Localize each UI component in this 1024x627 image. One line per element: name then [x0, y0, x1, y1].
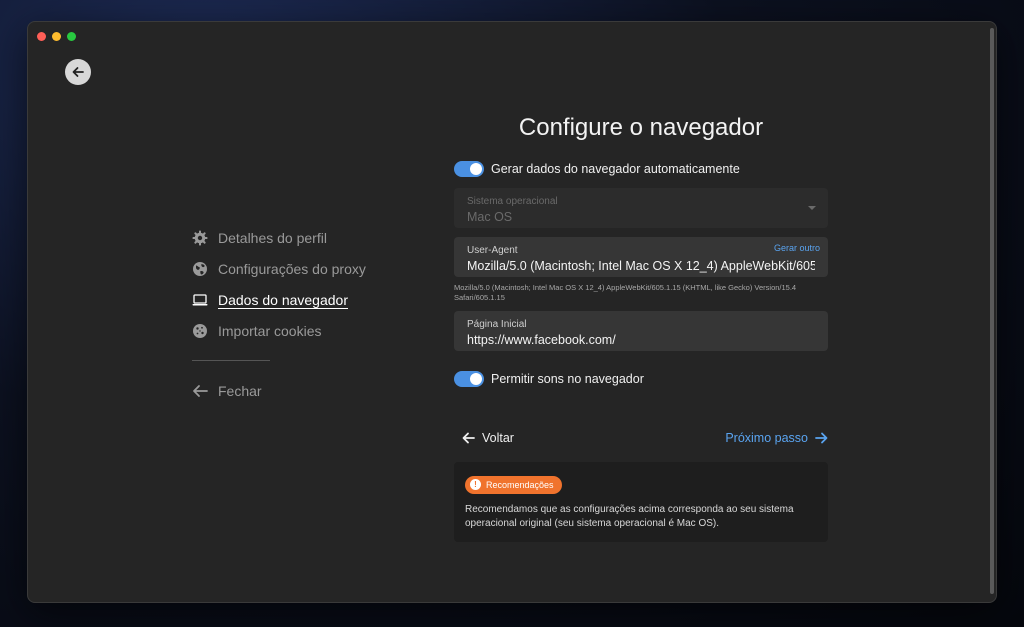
- exclamation-icon: !: [470, 479, 481, 490]
- recommendation-badge: ! Recomendações: [465, 475, 562, 494]
- homepage-value[interactable]: https://www.facebook.com/: [467, 333, 815, 347]
- recommendation-text: Recomendamos que as configurações acima …: [465, 503, 794, 529]
- sidebar-item-label: Importar cookies: [218, 322, 322, 339]
- sidebar-item-label: Detalhes do perfil: [218, 229, 327, 246]
- recommendation-badge-label: Recomendações: [486, 479, 554, 490]
- laptop-icon: [191, 291, 209, 309]
- app-window: Detalhes do perfil Configurações do prox…: [27, 21, 997, 603]
- auto-generate-row: Gerar dados do navegador automaticamente: [454, 158, 828, 180]
- sidebar-item-import-cookies[interactable]: Importar cookies: [191, 315, 391, 346]
- arrow-right-icon: [815, 432, 828, 444]
- auto-generate-toggle[interactable]: [454, 161, 484, 177]
- minimize-window-button[interactable]: [52, 32, 61, 41]
- homepage-field[interactable]: Página Inicial https://www.facebook.com/: [454, 311, 828, 351]
- user-agent-field[interactable]: User-Agent Gerar outro Mozilla/5.0 (Maci…: [454, 237, 828, 277]
- scrollbar[interactable]: [990, 28, 994, 594]
- sounds-label: Permitir sons no navegador: [491, 372, 644, 386]
- os-select-value: Mac OS: [467, 210, 513, 224]
- sidebar-item-proxy-settings[interactable]: Configurações do proxy: [191, 253, 391, 284]
- sidebar-item-label: Dados do navegador: [218, 291, 348, 308]
- next-step-label: Próximo passo: [725, 431, 808, 445]
- sidebar-item-label: Configurações do proxy: [218, 260, 366, 277]
- user-agent-hint: Mozilla/5.0 (Macintosh; Intel Mac OS X 1…: [454, 283, 797, 302]
- arrow-left-icon: [462, 432, 475, 444]
- back-button-label: Voltar: [482, 431, 514, 445]
- sounds-toggle[interactable]: [454, 371, 484, 387]
- arrow-left-icon: [72, 67, 84, 77]
- back-button[interactable]: Voltar: [454, 431, 514, 445]
- globe-icon: [191, 260, 209, 278]
- page-title: Configure o navegador: [518, 114, 764, 141]
- gear-icon: [191, 229, 209, 247]
- close-label: Fechar: [218, 382, 262, 399]
- os-select[interactable]: Sistema operacional Mac OS: [454, 188, 828, 228]
- chevron-down-icon: [808, 206, 816, 210]
- close-window-button[interactable]: [37, 32, 46, 41]
- sounds-row: Permitir sons no navegador: [454, 368, 828, 390]
- next-step-button[interactable]: Próximo passo: [725, 431, 828, 445]
- main-panel: Configure o navegador Gerar dados do nav…: [454, 112, 828, 542]
- sidebar-item-profile-details[interactable]: Detalhes do perfil: [191, 222, 391, 253]
- os-select-label: Sistema operacional: [467, 196, 558, 207]
- homepage-label: Página Inicial: [467, 319, 527, 330]
- sidebar-item-close[interactable]: Fechar: [191, 375, 391, 406]
- auto-generate-label: Gerar dados do navegador automaticamente: [491, 162, 740, 176]
- step-navigation: Voltar Próximo passo: [454, 428, 828, 448]
- arrow-left-icon: [191, 382, 209, 400]
- recommendation-box: ! Recomendações Recomendamos que as conf…: [454, 462, 828, 542]
- sidebar-item-browser-data[interactable]: Dados do navegador: [191, 284, 391, 315]
- sidebar: Detalhes do perfil Configurações do prox…: [191, 222, 391, 406]
- user-agent-label: User-Agent: [467, 245, 518, 256]
- user-agent-value[interactable]: Mozilla/5.0 (Macintosh; Intel Mac OS X 1…: [467, 259, 815, 273]
- cookie-icon: [191, 322, 209, 340]
- generate-another-link[interactable]: Gerar outro: [774, 243, 820, 253]
- sidebar-divider: [192, 360, 270, 361]
- back-circle-button[interactable]: [65, 59, 91, 85]
- zoom-window-button[interactable]: [67, 32, 76, 41]
